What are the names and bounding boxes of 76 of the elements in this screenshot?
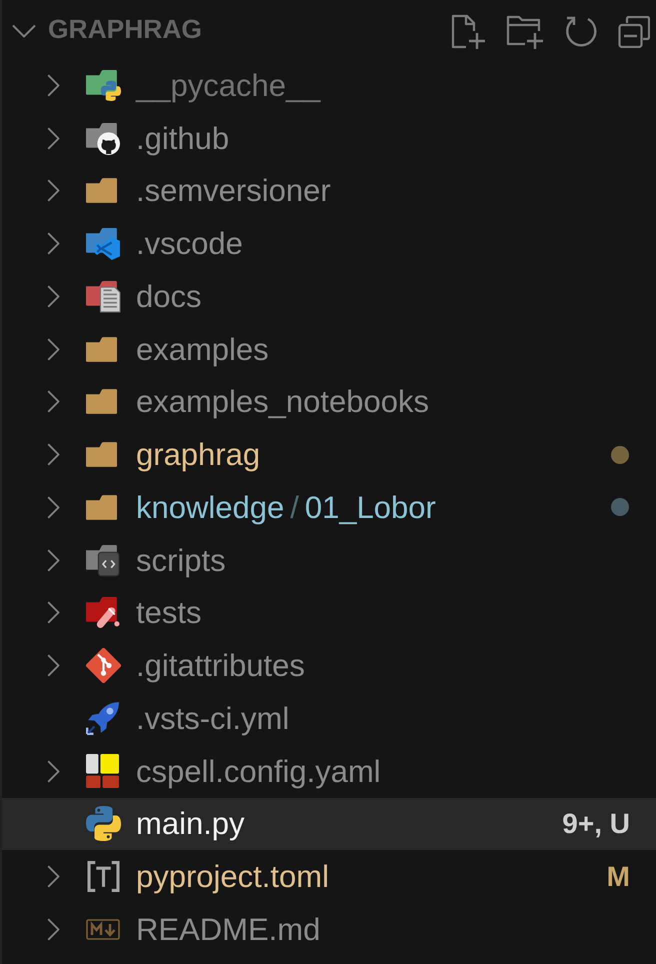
file-tree-item[interactable]: __pycache__	[2, 59, 656, 112]
folder-icon	[86, 442, 117, 468]
chevron-icon[interactable]	[47, 232, 60, 256]
git-status-label: M	[606, 860, 630, 894]
file-tree-item[interactable]: main.py 9+, U	[2, 798, 656, 850]
chevron-icon[interactable]	[47, 390, 60, 414]
chevron-icon[interactable]	[47, 601, 60, 624]
section-title[interactable]: GRAPHRAG	[48, 14, 202, 45]
file-tree-item[interactable]: .gitattributes	[2, 639, 656, 692]
file-tree-item[interactable]: .vscode	[2, 217, 656, 270]
file-tree-item[interactable]: scripts	[2, 534, 656, 586]
vscode-folder-icon	[86, 227, 121, 260]
git-icon	[86, 648, 121, 684]
file-name: graphrag	[136, 436, 260, 474]
file-name: main.py	[136, 805, 245, 842]
folder-name: 01_Lobor	[304, 488, 436, 526]
chevron-icon[interactable]	[47, 496, 60, 519]
file-name: cspell.config.yaml	[136, 752, 381, 790]
file-tree-item[interactable]: .vsts-ci.yml	[2, 692, 656, 745]
git-status-label: 9+, U	[562, 807, 630, 841]
test-tube-folder-icon	[86, 596, 121, 630]
chevron-icon[interactable]	[47, 338, 60, 361]
file-tree-item[interactable]: docs	[2, 270, 656, 323]
chevron-icon[interactable]	[47, 179, 60, 202]
file-tree-item[interactable]: README.md	[2, 903, 656, 956]
github-folder-icon	[86, 122, 121, 155]
new-file-icon[interactable]	[450, 14, 486, 50]
file-tree-item[interactable]: examples_notebooks	[2, 376, 656, 428]
collapse-all-icon[interactable]	[618, 16, 650, 48]
python-folder-icon	[86, 68, 121, 102]
path-separator: /	[290, 488, 299, 526]
chevron-icon[interactable]	[47, 74, 60, 97]
file-name: examples	[136, 330, 269, 368]
chevron-icon[interactable]	[47, 548, 60, 572]
bracket-t-icon	[86, 861, 121, 892]
file-name: docs	[136, 278, 202, 315]
file-name: pyproject.toml	[136, 858, 329, 896]
file-name: examples_notebooks	[136, 383, 429, 420]
chevron-icon[interactable]	[47, 760, 60, 783]
folder-icon	[86, 494, 117, 520]
file-tree-item[interactable]: tests	[2, 586, 656, 640]
file-name: tests	[136, 594, 202, 632]
refresh-icon[interactable]	[564, 14, 598, 48]
chevron-icon[interactable]	[47, 126, 60, 150]
grid-tile-icon	[86, 754, 119, 788]
file-tree-item[interactable]: graphrag	[2, 428, 656, 481]
file-tree-item[interactable]: knowledge / 01_Lobor	[2, 481, 656, 534]
folder-icon	[86, 389, 117, 414]
chevron-icon[interactable]	[12, 24, 36, 38]
file-name: .gitattributes	[136, 647, 305, 684]
python-icon	[86, 806, 121, 842]
file-name: __pycache__	[136, 66, 320, 104]
file-name: README.md	[136, 910, 320, 948]
chevron-icon[interactable]	[47, 654, 60, 678]
file-name: scripts	[136, 542, 226, 579]
new-folder-icon[interactable]	[506, 14, 544, 50]
file-name: .vsts-ci.yml	[136, 700, 290, 737]
file-tree-item[interactable]: .semversioner	[2, 164, 656, 218]
file-name: .semversioner	[136, 172, 331, 210]
file-tree-item[interactable]: pyproject.toml M	[2, 850, 656, 903]
folder-icon	[86, 336, 117, 362]
file-tree-item[interactable]: cspell.config.yaml	[2, 744, 656, 798]
folder-icon	[86, 178, 117, 204]
markdown-icon	[86, 918, 120, 940]
chevron-icon[interactable]	[47, 865, 60, 888]
file-tree-item[interactable]: .github	[2, 112, 656, 164]
code-folder-icon	[86, 544, 121, 577]
chevron-icon[interactable]	[47, 918, 60, 941]
file-name: .github	[136, 120, 230, 157]
file-name: .vscode	[136, 225, 243, 262]
chevron-icon[interactable]	[47, 443, 60, 466]
chevron-icon[interactable]	[47, 284, 60, 308]
folder-name: knowledge	[136, 488, 284, 526]
file-tree-item[interactable]: examples	[2, 322, 656, 376]
document-folder-icon	[86, 280, 121, 313]
rocket-icon	[86, 701, 120, 736]
